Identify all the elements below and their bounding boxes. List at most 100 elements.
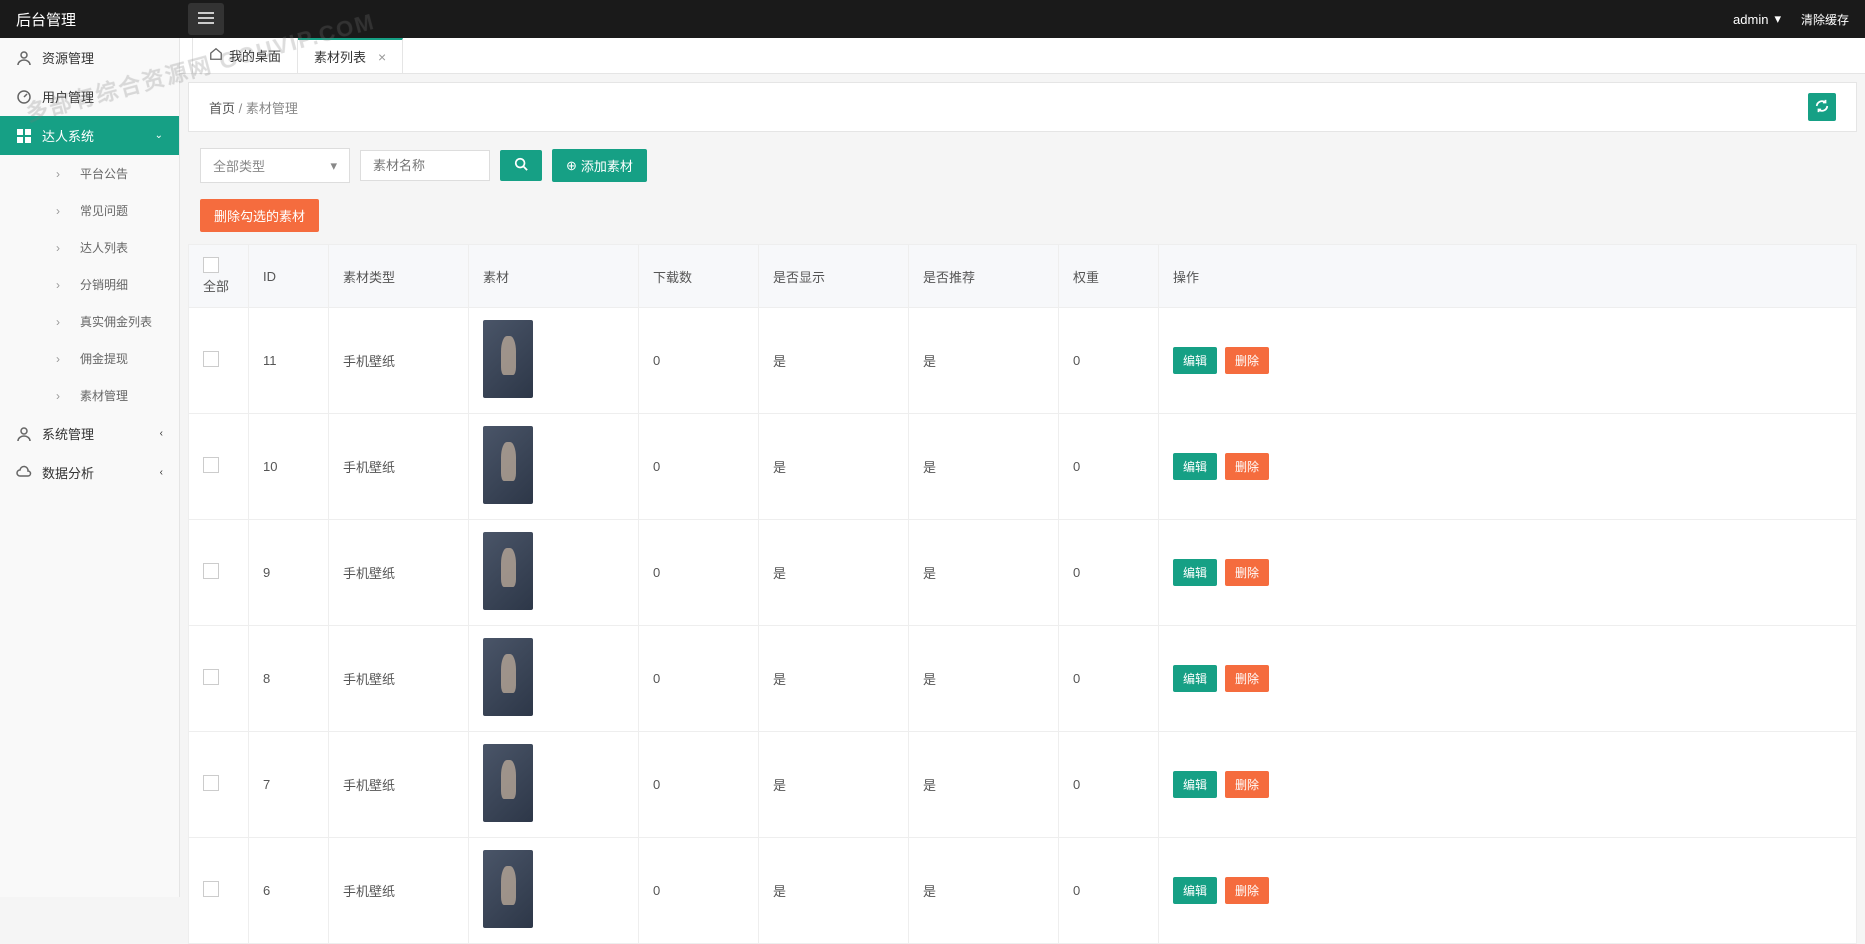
menu-toggle-button[interactable] [188,3,224,35]
chevron-left-icon: ‹ [160,467,163,478]
cell-recommend: 是 [909,308,1059,414]
cell-display: 是 [759,626,909,732]
row-checkbox[interactable] [203,457,219,473]
table-row: 6 手机壁纸 0 是 是 0 编辑 删除 [189,838,1857,944]
sidebar-sub-talent-list[interactable]: 达人列表 [40,229,179,266]
cell-id: 8 [249,626,329,732]
refresh-button[interactable] [1808,93,1836,121]
cloud-icon [16,465,32,481]
edit-button[interactable]: 编辑 [1173,665,1217,692]
table-row: 7 手机壁纸 0 是 是 0 编辑 删除 [189,732,1857,838]
sidebar-item-system[interactable]: 系统管理 ‹ [0,414,179,453]
breadcrumb-bar: 首页 / 素材管理 [188,82,1857,132]
cell-display: 是 [759,838,909,944]
cell-action: 编辑 删除 [1159,308,1857,414]
col-display: 是否显示 [759,245,909,308]
col-type: 素材类型 [329,245,469,308]
table-row: 11 手机壁纸 0 是 是 0 编辑 删除 [189,308,1857,414]
chevron-down-icon: ▾ [330,158,337,174]
cell-downloads: 0 [639,838,759,944]
sidebar: 资源管理 用户管理 达人系统 ⌄ 平台公告 常见问题 达人列表 分销明细 真实佣… [0,38,180,897]
cell-material [469,626,639,732]
sidebar-sub-withdraw[interactable]: 佣金提现 [40,340,179,377]
cell-recommend: 是 [909,626,1059,732]
edit-button[interactable]: 编辑 [1173,771,1217,798]
refresh-icon [1815,99,1829,116]
cell-action: 编辑 删除 [1159,626,1857,732]
header: 后台管理 admin ▾ 清除缓存 [0,0,1865,38]
sidebar-label: 资源管理 [42,48,94,67]
edit-button[interactable]: 编辑 [1173,877,1217,904]
material-thumbnail[interactable] [483,532,533,610]
row-checkbox[interactable] [203,669,219,685]
sidebar-sub-commission-list[interactable]: 真实佣金列表 [40,303,179,340]
cell-id: 6 [249,838,329,944]
sidebar-sub-faq[interactable]: 常见问题 [40,192,179,229]
delete-button[interactable]: 删除 [1225,347,1269,374]
material-thumbnail[interactable] [483,850,533,928]
material-thumbnail[interactable] [483,744,533,822]
tab-desktop[interactable]: 我的桌面 [192,38,298,73]
breadcrumb-sep: / [239,101,243,116]
user-icon [16,50,32,66]
delete-selected-button[interactable]: 删除勾选的素材 [200,199,319,232]
cell-downloads: 0 [639,414,759,520]
material-thumbnail[interactable] [483,426,533,504]
col-material: 素材 [469,245,639,308]
delete-button[interactable]: 删除 [1225,559,1269,586]
cell-action: 编辑 删除 [1159,838,1857,944]
edit-button[interactable]: 编辑 [1173,453,1217,480]
user-icon [16,426,32,442]
clear-cache-link[interactable]: 清除缓存 [1801,11,1849,28]
close-icon[interactable]: × [378,49,386,65]
col-downloads: 下载数 [639,245,759,308]
gauge-icon [16,89,32,105]
table-header-row: 全部 ID 素材类型 素材 下载数 是否显示 是否推荐 权重 操作 [189,245,1857,308]
sidebar-item-talent[interactable]: 达人系统 ⌄ [0,116,179,155]
material-thumbnail[interactable] [483,638,533,716]
delete-button[interactable]: 删除 [1225,771,1269,798]
delete-button[interactable]: 删除 [1225,665,1269,692]
select-all-checkbox[interactable] [203,257,219,273]
material-thumbnail[interactable] [483,320,533,398]
row-checkbox[interactable] [203,881,219,897]
material-table: 全部 ID 素材类型 素材 下载数 是否显示 是否推荐 权重 操作 11 手机壁… [188,244,1857,944]
cell-recommend: 是 [909,838,1059,944]
edit-button[interactable]: 编辑 [1173,347,1217,374]
row-checkbox[interactable] [203,351,219,367]
button-label: 添加素材 [581,156,633,175]
edit-button[interactable]: 编辑 [1173,559,1217,586]
row-checkbox[interactable] [203,563,219,579]
tab-material-list[interactable]: 素材列表 × [298,38,403,73]
sidebar-item-users[interactable]: 用户管理 [0,77,179,116]
chevron-left-icon: ‹ [160,428,163,439]
cell-downloads: 0 [639,732,759,838]
add-material-button[interactable]: ⊕ 添加素材 [552,149,647,182]
sidebar-item-analytics[interactable]: 数据分析 ‹ [0,453,179,492]
col-all: 全部 [203,279,229,294]
col-action: 操作 [1159,245,1857,308]
breadcrumb-home[interactable]: 首页 [209,101,235,116]
cell-material [469,414,639,520]
search-input[interactable] [373,158,477,173]
sidebar-sub-distribution[interactable]: 分销明细 [40,266,179,303]
chevron-down-icon: ▾ [1774,11,1781,27]
cell-weight: 0 [1059,838,1159,944]
search-field [360,150,490,181]
search-button[interactable] [500,150,542,181]
cell-weight: 0 [1059,520,1159,626]
table-row: 10 手机壁纸 0 是 是 0 编辑 删除 [189,414,1857,520]
logo: 后台管理 [0,9,180,30]
delete-button[interactable]: 删除 [1225,877,1269,904]
sidebar-sub-announcement[interactable]: 平台公告 [40,155,179,192]
user-dropdown[interactable]: admin ▾ [1733,11,1781,27]
sidebar-sub-material[interactable]: 素材管理 [40,377,179,414]
cell-recommend: 是 [909,520,1059,626]
sidebar-item-resource[interactable]: 资源管理 [0,38,179,77]
cell-type: 手机壁纸 [329,520,469,626]
cell-type: 手机壁纸 [329,626,469,732]
cell-action: 编辑 删除 [1159,732,1857,838]
row-checkbox[interactable] [203,775,219,791]
delete-button[interactable]: 删除 [1225,453,1269,480]
type-select[interactable]: 全部类型 ▾ [200,148,350,183]
